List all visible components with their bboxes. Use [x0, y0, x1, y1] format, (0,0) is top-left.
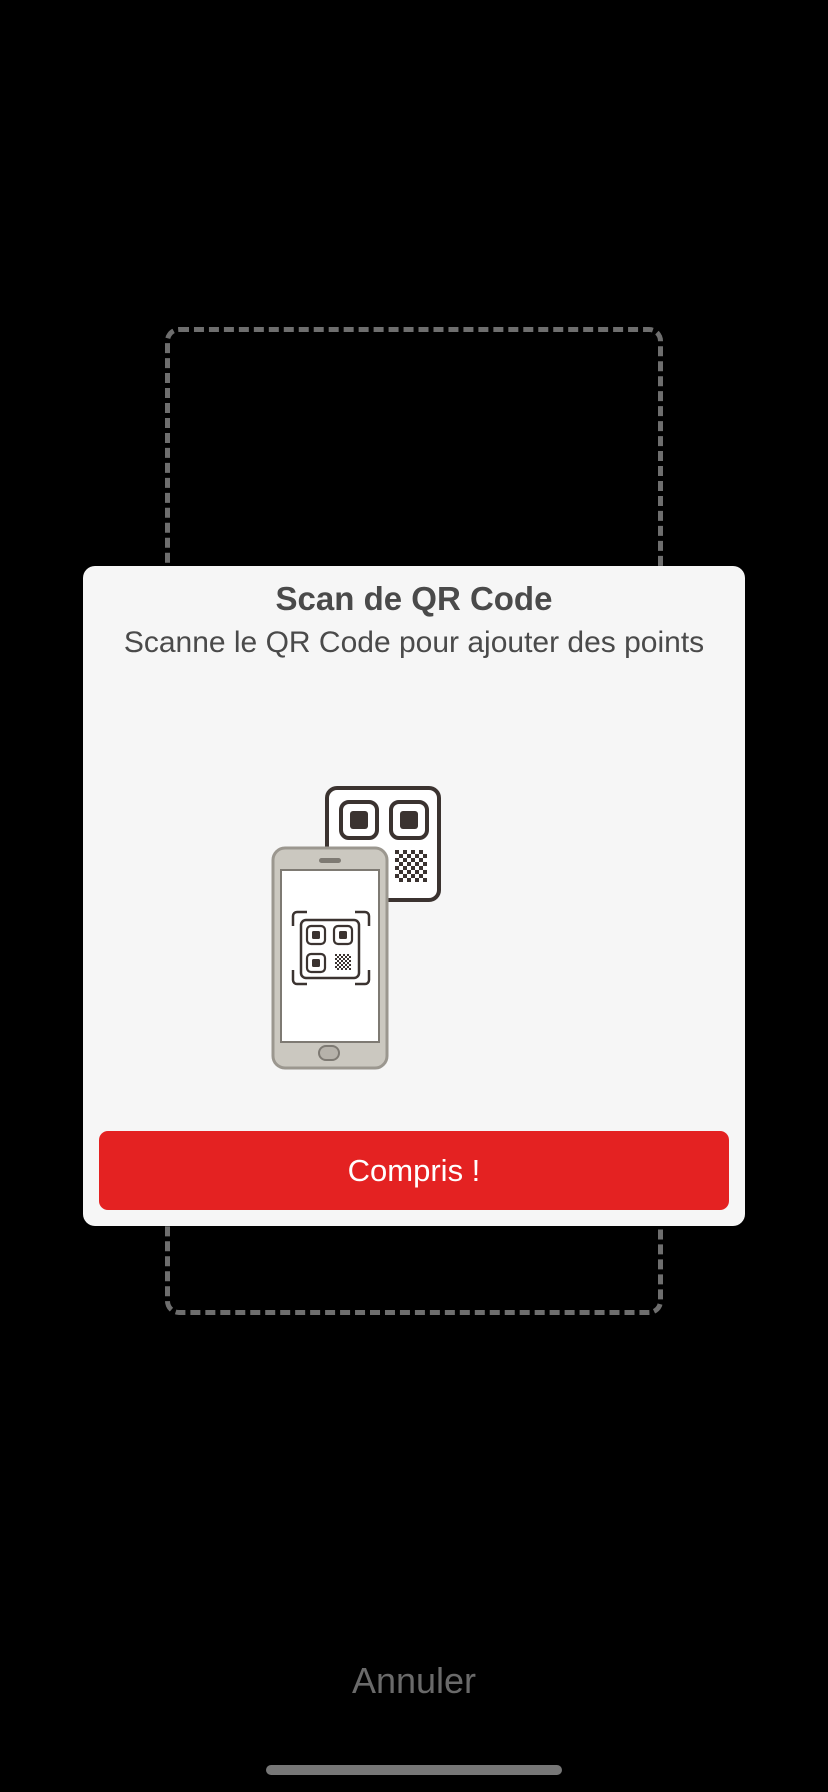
dialog-title: Scan de QR Code	[275, 580, 553, 617]
cancel-button[interactable]: Annuler	[0, 1660, 828, 1702]
confirm-button[interactable]: Compris !	[99, 1131, 729, 1210]
qr-scanner-screen: Scan de QR Code Scanne le QR Code pour a…	[0, 0, 828, 1792]
qr-info-dialog: Scan de QR Code Scanne le QR Code pour a…	[83, 566, 745, 1226]
phone-scanning-qr-icon	[271, 786, 441, 1070]
dialog-subtitle: Scanne le QR Code pour ajouter des point…	[123, 626, 705, 659]
home-indicator[interactable]	[266, 1765, 562, 1775]
